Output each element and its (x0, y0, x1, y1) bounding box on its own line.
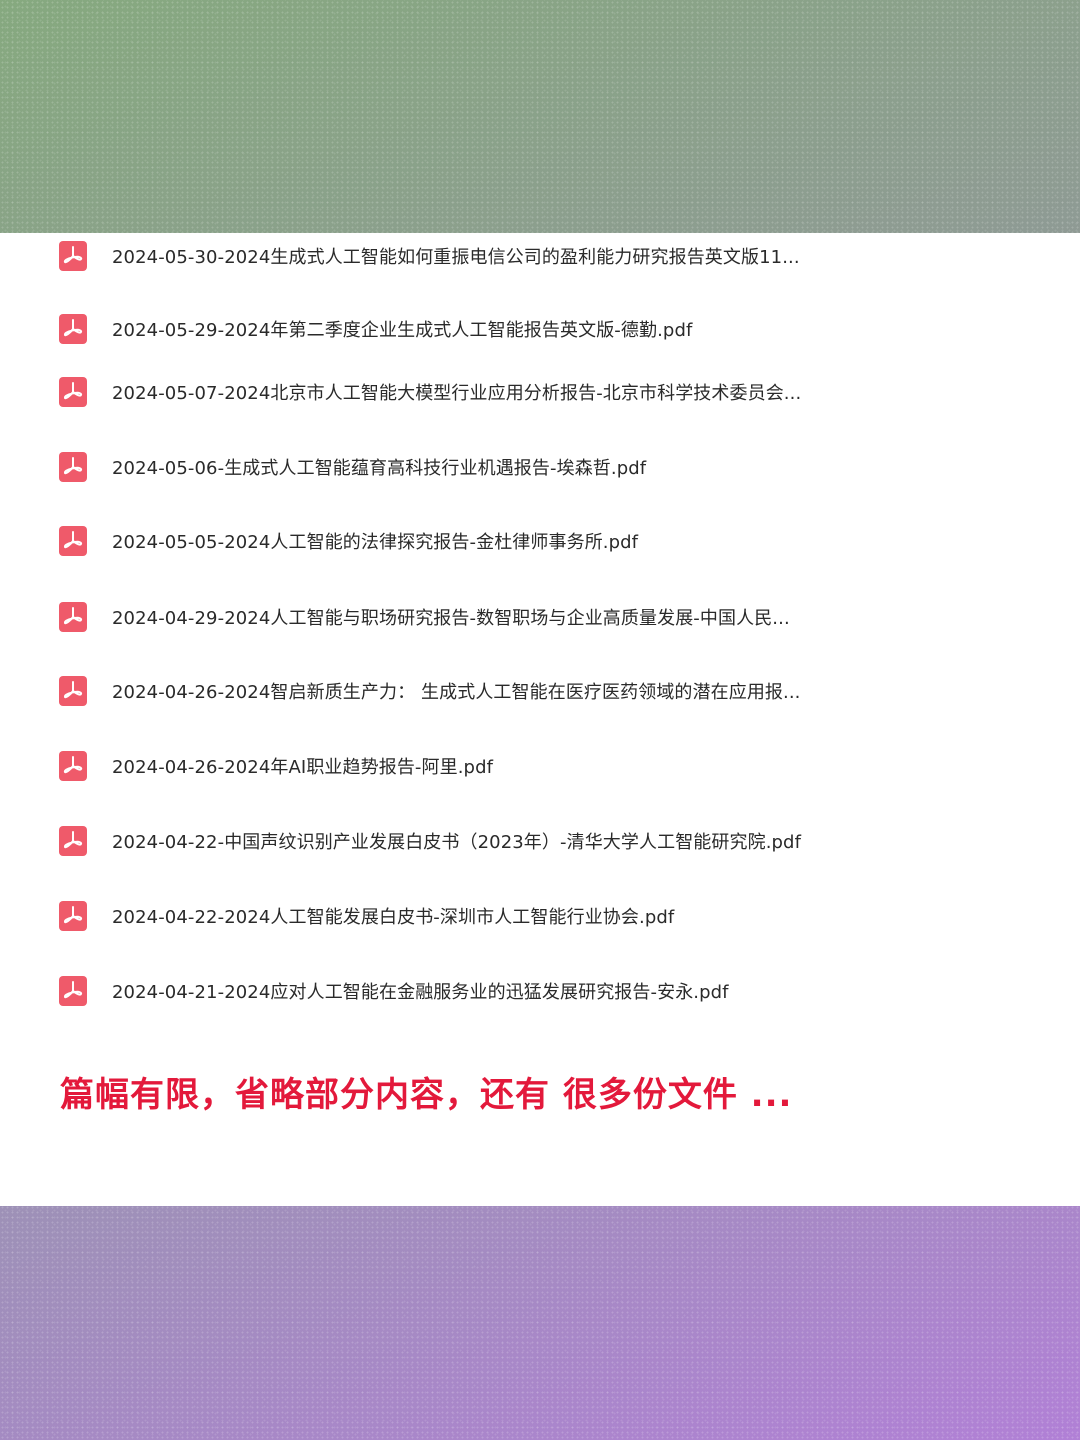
pdf-icon (59, 901, 87, 931)
file-name: 2024-05-29-2024年第二季度企业生成式人工智能报告英文版-德勤.pd… (112, 320, 693, 341)
pdf-icon (59, 241, 87, 271)
file-item[interactable]: 2024-04-29-2024人工智能与职场研究报告-数智职场与企业高质量发展-… (58, 599, 790, 635)
file-item[interactable]: 2024-05-30-2024生成式人工智能如何重振电信公司的盈利能力研究报告英… (58, 238, 800, 274)
file-name: 2024-04-22-2024人工智能发展白皮书-深圳市人工智能行业协会.pdf (112, 907, 675, 928)
pdf-icon (59, 602, 87, 632)
file-name: 2024-05-05-2024人工智能的法律探究报告-金杜律师事务所.pdf (112, 532, 639, 553)
pdf-icon (59, 314, 87, 344)
file-name: 2024-05-30-2024生成式人工智能如何重振电信公司的盈利能力研究报告英… (112, 247, 800, 268)
file-name: 2024-05-06-生成式人工智能蕴育高科技行业机遇报告-埃森哲.pdf (112, 458, 647, 479)
file-item[interactable]: 2024-04-21-2024应对人工智能在金融服务业的迅猛发展研究报告-安永.… (58, 973, 729, 1009)
pdf-icon (59, 976, 87, 1006)
file-name: 2024-04-29-2024人工智能与职场研究报告-数智职场与企业高质量发展-… (112, 608, 790, 629)
pdf-icon (59, 826, 87, 856)
file-item[interactable]: 2024-05-07-2024北京市人工智能大模型行业应用分析报告-北京市科学技… (58, 374, 801, 410)
file-item[interactable]: 2024-05-05-2024人工智能的法律探究报告-金杜律师事务所.pdf (58, 523, 638, 559)
pdf-icon (59, 676, 87, 706)
pdf-icon (59, 751, 87, 781)
file-item[interactable]: 2024-04-22-中国声纹识别产业发展白皮书（2023年）-清华大学人工智能… (58, 823, 801, 859)
pdf-icon (59, 452, 87, 482)
file-item[interactable]: 2024-04-26-2024年AI职业趋势报告-阿里.pdf (58, 748, 493, 784)
file-item[interactable]: 2024-04-22-2024人工智能发展白皮书-深圳市人工智能行业协会.pdf (58, 898, 674, 934)
omitted-content-notice: 篇幅有限，省略部分内容，还有 很多份文件 ... (60, 1075, 793, 1115)
file-list-panel: 2024-05-30-2024生成式人工智能如何重振电信公司的盈利能力研究报告英… (0, 233, 1080, 1206)
file-name: 2024-04-26-2024智启新质生产力： 生成式人工智能在医疗医药领域的潜… (112, 682, 801, 703)
file-item[interactable]: 2024-04-26-2024智启新质生产力： 生成式人工智能在医疗医药领域的潜… (58, 673, 801, 709)
file-name: 2024-04-21-2024应对人工智能在金融服务业的迅猛发展研究报告-安永.… (112, 982, 729, 1003)
pdf-icon (59, 377, 87, 407)
file-name: 2024-04-26-2024年AI职业趋势报告-阿里.pdf (112, 757, 494, 778)
file-item[interactable]: 2024-05-06-生成式人工智能蕴育高科技行业机遇报告-埃森哲.pdf (58, 449, 646, 485)
pdf-icon (59, 526, 87, 556)
file-name: 2024-04-22-中国声纹识别产业发展白皮书（2023年）-清华大学人工智能… (112, 832, 802, 853)
file-name: 2024-05-07-2024北京市人工智能大模型行业应用分析报告-北京市科学技… (112, 383, 802, 404)
file-item[interactable]: 2024-05-29-2024年第二季度企业生成式人工智能报告英文版-德勤.pd… (58, 311, 692, 347)
